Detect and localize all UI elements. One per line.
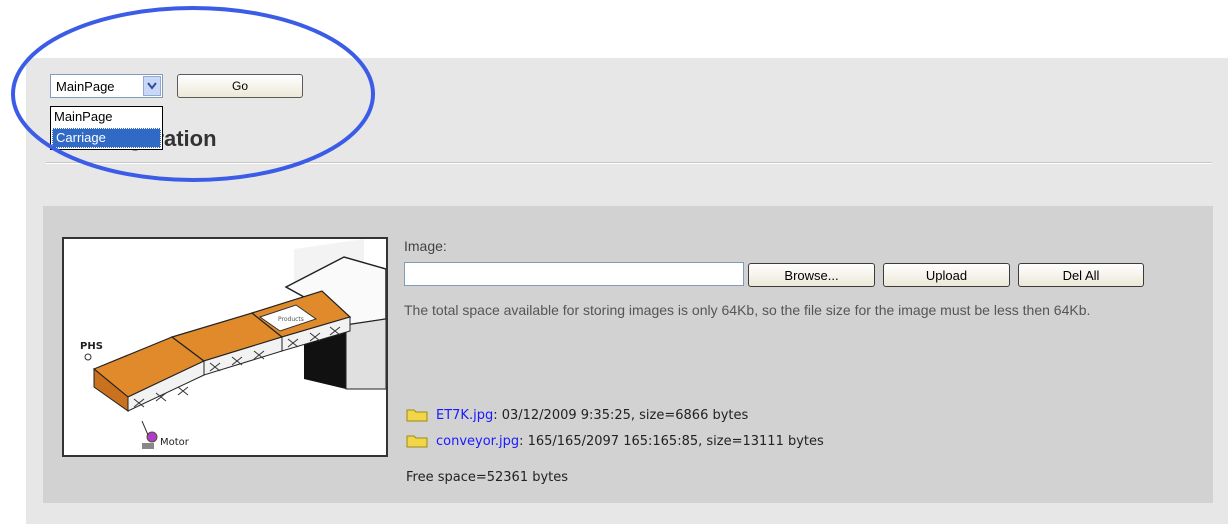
chevron-down-icon[interactable] xyxy=(143,76,161,96)
page-select[interactable]: MainPage xyxy=(50,74,163,98)
page-select-value: MainPage xyxy=(56,79,115,94)
folder-icon xyxy=(406,434,428,448)
image-label: Image: xyxy=(404,238,447,254)
list-item: conveyor.jpg : 165/165/2097 165:165:85, … xyxy=(406,428,824,454)
free-space-text: Free space=52361 bytes xyxy=(406,470,569,485)
page-select-dropdown: MainPage Carriage xyxy=(50,106,163,150)
file-details: : 03/12/2009 9:35:25, size=6866 bytes xyxy=(493,407,749,423)
delete-all-button[interactable]: Del All xyxy=(1018,263,1144,287)
go-button[interactable]: Go xyxy=(177,74,303,98)
folder-icon xyxy=(406,408,428,422)
dropdown-option-mainpage[interactable]: MainPage xyxy=(51,107,162,127)
list-item: ET7K.jpg : 03/12/2009 9:35:25, size=6866… xyxy=(406,402,824,428)
file-details: : 165/165/2097 165:165:85, size=13111 by… xyxy=(519,433,824,449)
file-link[interactable]: ET7K.jpg xyxy=(436,408,493,423)
title-divider xyxy=(46,162,1212,164)
upload-button[interactable]: Upload xyxy=(883,263,1010,287)
dropdown-option-carriage[interactable]: Carriage xyxy=(52,128,161,148)
storage-info-text: The total space available for storing im… xyxy=(404,302,1091,318)
products-label: Products xyxy=(278,316,304,323)
file-list: ET7K.jpg : 03/12/2009 9:35:25, size=6866… xyxy=(406,402,824,454)
browse-button[interactable]: Browse... xyxy=(748,263,875,287)
conveyor-illustration: Products PHS Motor xyxy=(80,239,386,449)
phs-label: PHS xyxy=(80,341,103,352)
motor-label: Motor xyxy=(160,437,190,448)
image-preview: Products PHS Motor xyxy=(62,237,388,457)
file-link[interactable]: conveyor.jpg xyxy=(436,434,519,449)
image-file-input[interactable] xyxy=(404,262,744,286)
